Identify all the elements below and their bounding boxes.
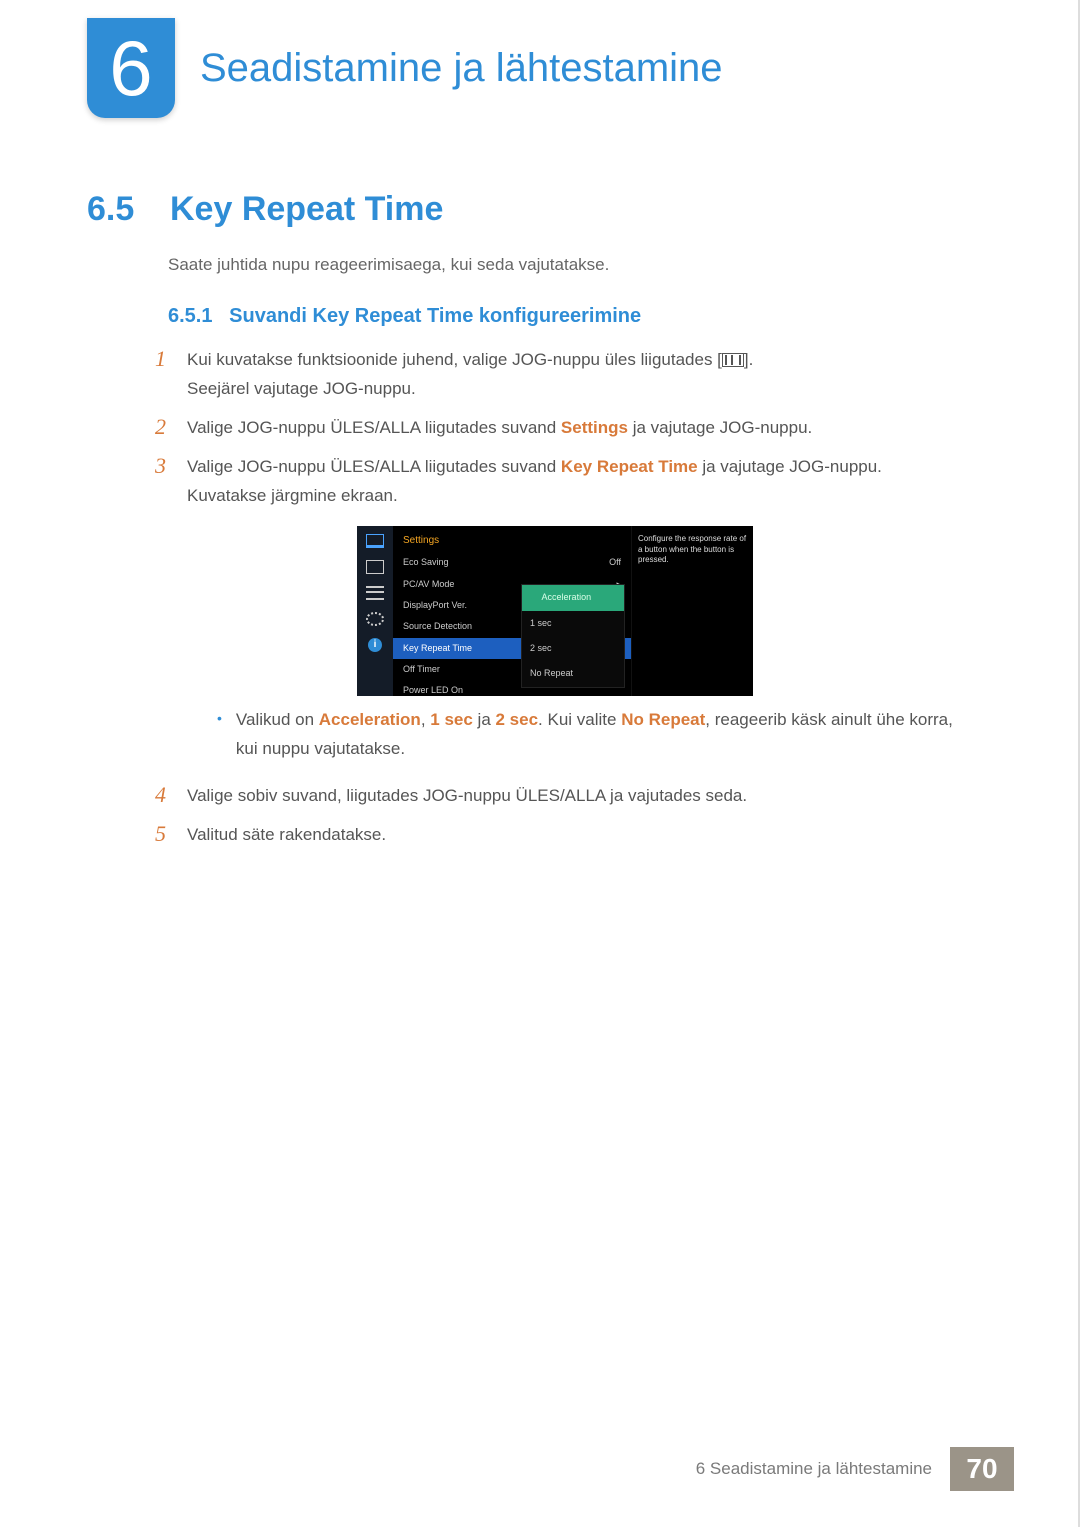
step-text: Seejärel vajutage JOG-nuppu.	[187, 379, 416, 398]
section-intro: Saate juhtida nupu reageerimisaega, kui …	[168, 255, 609, 275]
osd-label: Off Timer	[403, 662, 440, 677]
step-number: 3	[155, 453, 187, 773]
highlight-acceleration: Acceleration	[319, 710, 421, 729]
step-3: 3 Valige JOG-nuppu ÜLES/ALLA liigutades …	[155, 453, 955, 773]
chapter-number-badge: 6	[87, 18, 175, 118]
step-body: Valige sobiv suvand, liigutades JOG-nupp…	[187, 782, 955, 811]
step-text: ja vajutage JOG-nuppu.	[698, 457, 882, 476]
subsection-title: Suvandi Key Repeat Time konfigureerimine	[229, 305, 641, 327]
step-text: Valige JOG-nuppu ÜLES/ALLA liigutades su…	[187, 418, 561, 437]
text: ja	[473, 710, 496, 729]
picture-icon	[366, 534, 384, 548]
step-body: Valige JOG-nuppu ÜLES/ALLA liigutades su…	[187, 414, 955, 443]
osd-help-text: Configure the response rate of a button …	[631, 526, 753, 696]
step-number: 5	[155, 821, 187, 850]
highlight-1sec: 1 sec	[430, 710, 473, 729]
osd-label: Source Detection	[403, 619, 472, 634]
gear-icon	[366, 612, 384, 626]
aspect-icon	[366, 560, 384, 574]
highlight-2sec: 2 sec	[496, 710, 539, 729]
step-body: Valige JOG-nuppu ÜLES/ALLA liigutades su…	[187, 453, 955, 773]
osd-sidebar: i	[357, 526, 393, 696]
step-number: 2	[155, 414, 187, 443]
osd-menu: Settings Eco SavingOff PC/AV Mode▸ Displ…	[393, 526, 631, 696]
osd-value: Off	[609, 555, 621, 570]
osd-label: Eco Saving	[403, 555, 449, 570]
osd-label: Key Repeat Time	[403, 641, 472, 656]
osd-label: Power LED On	[403, 683, 463, 698]
page-number: 70	[950, 1447, 1014, 1491]
step-text: Kuvatakse järgmine ekraan.	[187, 486, 398, 505]
osd-popup: ✔ Acceleration 1 sec 2 sec No Repeat	[521, 584, 625, 687]
text: Valikud on	[236, 710, 319, 729]
highlight-no-repeat: No Repeat	[621, 710, 705, 729]
step-text: ja vajutage JOG-nuppu.	[628, 418, 812, 437]
osd-heading: Settings	[393, 526, 631, 552]
highlight-key-repeat-time: Key Repeat Time	[561, 457, 698, 476]
step-text: Valige JOG-nuppu ÜLES/ALLA liigutades su…	[187, 457, 561, 476]
manual-page: 6 Seadistamine ja lähtestamine 6.5 Key R…	[0, 0, 1080, 1527]
step-number: 4	[155, 782, 187, 811]
step-4: 4 Valige sobiv suvand, liigutades JOG-nu…	[155, 782, 955, 811]
osd-option-2sec: 2 sec	[522, 636, 624, 661]
osd-label: PC/AV Mode	[403, 577, 454, 592]
osd-option-1sec: 1 sec	[522, 611, 624, 636]
step-list: 1 Kui kuvatakse funktsioonide juhend, va…	[155, 346, 955, 860]
text: ,	[421, 710, 430, 729]
check-icon: ✔	[530, 592, 538, 602]
list-icon	[366, 586, 384, 600]
menu-icon	[722, 353, 744, 367]
bullet-icon: •	[217, 706, 222, 764]
highlight-settings: Settings	[561, 418, 628, 437]
section-title: Key Repeat Time	[170, 190, 443, 229]
step-2: 2 Valige JOG-nuppu ÜLES/ALLA liigutades …	[155, 414, 955, 443]
subsection-number: 6.5.1	[168, 305, 212, 327]
section-number: 6.5	[87, 190, 134, 229]
step-body: Kui kuvatakse funktsioonide juhend, vali…	[187, 346, 955, 404]
step-5: 5 Valitud säte rakendatakse.	[155, 821, 955, 850]
note-bullet: • Valikud on Acceleration, 1 sec ja 2 se…	[187, 706, 955, 764]
osd-row-eco: Eco Saving Off	[393, 552, 631, 573]
bullet-text: Valikud on Acceleration, 1 sec ja 2 sec.…	[236, 706, 955, 764]
osd-label: DisplayPort Ver.	[403, 598, 467, 613]
step-1: 1 Kui kuvatakse funktsioonide juhend, va…	[155, 346, 955, 404]
osd-option-no-repeat: No Repeat	[522, 661, 624, 686]
info-icon: i	[368, 638, 382, 652]
step-body: Valitud säte rakendatakse.	[187, 821, 955, 850]
osd-option-acceleration: ✔ Acceleration	[522, 585, 624, 610]
step-text: ].	[744, 350, 753, 369]
osd-screenshot: i Settings Eco SavingOff PC/AV Mode▸ Dis…	[357, 526, 753, 696]
step-text: Kui kuvatakse funktsioonide juhend, vali…	[187, 350, 722, 369]
footer-chapter-label: 6 Seadistamine ja lähtestamine	[696, 1447, 950, 1491]
chapter-title: Seadistamine ja lähtestamine	[200, 46, 723, 91]
page-footer: 6 Seadistamine ja lähtestamine 70	[696, 1447, 1014, 1491]
text: . Kui valite	[538, 710, 621, 729]
step-number: 1	[155, 346, 187, 404]
subsection-heading: 6.5.1 Suvandi Key Repeat Time konfiguree…	[168, 305, 641, 328]
osd-option-label: Acceleration	[542, 592, 592, 602]
